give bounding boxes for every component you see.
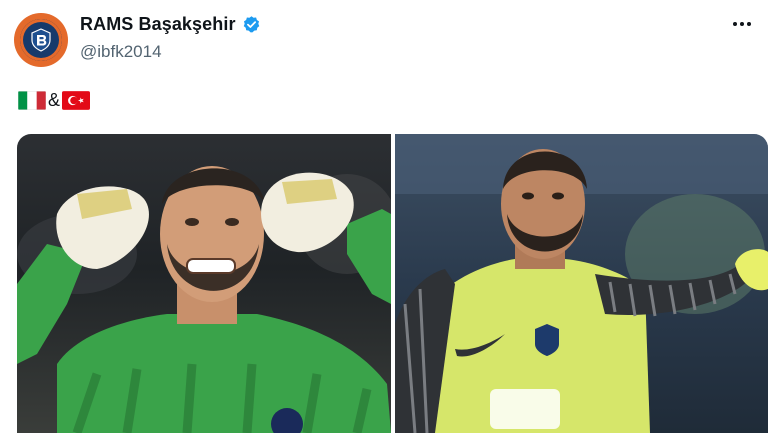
turkey-flag-icon bbox=[62, 91, 91, 110]
display-name[interactable]: RAMS Başakşehir bbox=[80, 14, 236, 35]
italy-flag-icon bbox=[18, 91, 46, 110]
text-separator: & bbox=[48, 90, 61, 110]
verified-badge-icon bbox=[243, 16, 259, 33]
goalkeeper-photo-left[interactable] bbox=[17, 134, 391, 433]
author-name-row: RAMS Başakşehir bbox=[80, 14, 261, 35]
tweet-text: & bbox=[18, 90, 91, 111]
tweet-card[interactable]: RAMS Başakşehir @ibfk2014 & bbox=[0, 0, 769, 433]
goalkeeper-photo-right[interactable] bbox=[395, 134, 768, 433]
more-options-icon[interactable] bbox=[729, 14, 755, 34]
club-crest-icon bbox=[20, 19, 62, 61]
avatar[interactable] bbox=[14, 13, 68, 67]
media-grid bbox=[17, 134, 768, 433]
user-handle[interactable]: @ibfk2014 bbox=[80, 42, 162, 62]
